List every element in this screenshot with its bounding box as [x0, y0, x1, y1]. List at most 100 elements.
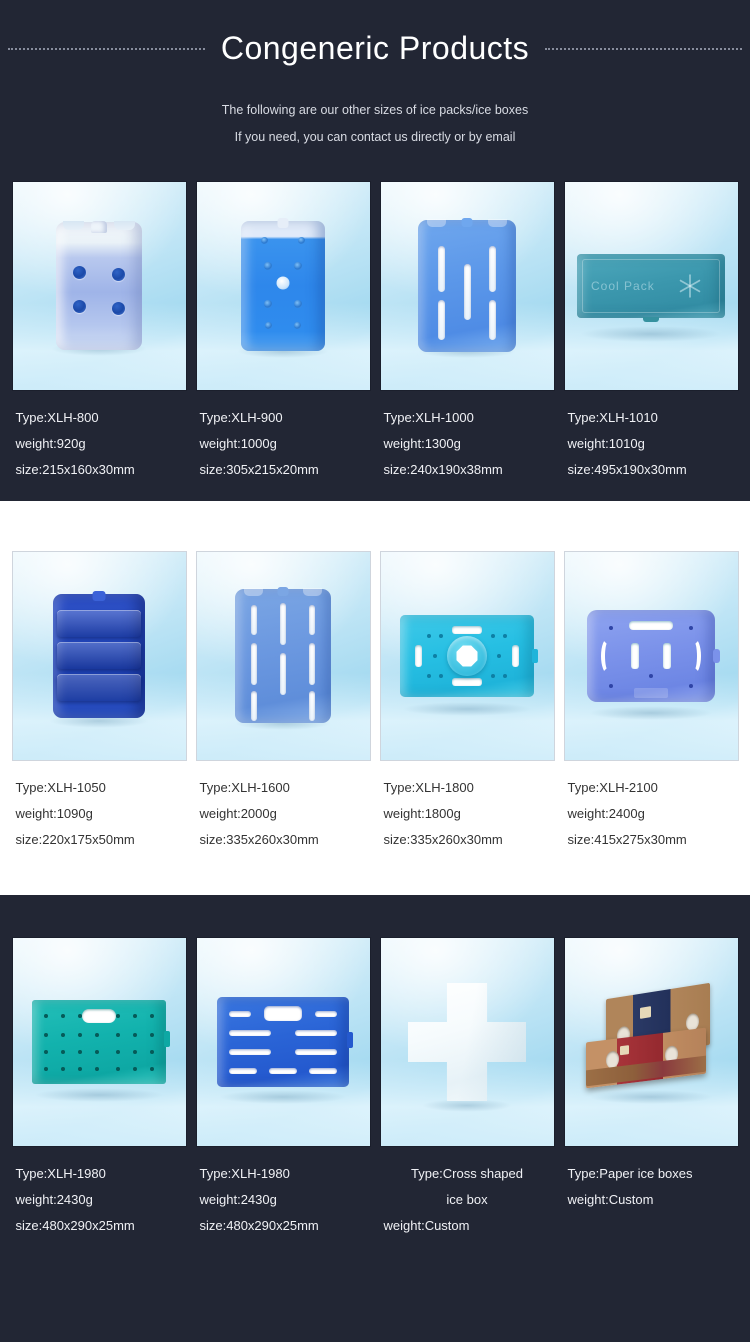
product-size: size:240x190x38mm — [383, 462, 503, 477]
product-size: size:480x290x25mm — [15, 1218, 135, 1233]
product-caption: Type:XLH-2100 weight:2400g size:415x275x… — [564, 761, 739, 853]
product-shadow — [219, 1090, 347, 1104]
product-shadow — [402, 702, 532, 716]
product-shadow — [580, 326, 722, 342]
snowflake-icon — [677, 273, 703, 299]
product-caption: Type:XLH-1980 weight:2430g size:480x290x… — [196, 1147, 371, 1239]
product-type-line2: ice box — [446, 1192, 488, 1207]
product-type: Type:XLH-1980 — [15, 1166, 106, 1181]
product-card[interactable]: Type:XLH-800 weight:920g size:215x160x30… — [11, 181, 187, 483]
subtitle-line-2: If you need, you can contact us directly… — [234, 130, 516, 144]
ice-pack-icon — [241, 218, 325, 351]
dotted-rule-left — [8, 47, 205, 50]
product-type: Type:XLH-1800 — [383, 780, 474, 795]
product-image[interactable] — [195, 181, 371, 391]
product-caption: Type:XLH-1000 weight:1300g size:240x190x… — [380, 391, 555, 483]
paper-ice-box-icon — [582, 982, 720, 1097]
product-image[interactable] — [11, 551, 187, 761]
product-card[interactable]: Type:XLH-1980 weight:2430g size:480x290x… — [11, 937, 187, 1239]
product-type: Type:Paper ice boxes — [567, 1166, 693, 1181]
product-card[interactable]: Type:XLH-1600 weight:2000g size:335x260x… — [195, 551, 371, 853]
product-caption: Type:XLH-1980 weight:2430g size:480x290x… — [12, 1147, 187, 1239]
section-row-1: Congeneric Products The following are ou… — [0, 0, 750, 501]
ice-plate-icon — [217, 997, 353, 1087]
product-caption: Type:XLH-1010 weight:1010g size:495x190x… — [564, 391, 739, 483]
product-image[interactable]: Cool Pack — [563, 181, 739, 391]
ice-pack-icon — [418, 218, 516, 352]
product-card[interactable]: Type:XLH-1800 weight:1800g size:335x260x… — [379, 551, 555, 853]
ice-plate-icon — [400, 615, 538, 697]
product-size: size:305x215x20mm — [199, 462, 319, 477]
page-header: Congeneric Products The following are ou… — [0, 0, 750, 159]
dotted-rule-right — [545, 47, 743, 50]
congeneric-products-page: Congeneric Products The following are ou… — [0, 0, 750, 1269]
product-grid-row-2: Type:XLH-1050 weight:1090g size:220x175x… — [0, 501, 750, 895]
product-size: size:335x260x30mm — [199, 832, 319, 847]
product-size: size:220x175x50mm — [15, 832, 135, 847]
product-image[interactable] — [195, 937, 371, 1147]
product-caption: Type:Paper ice boxes weight:Custom — [564, 1147, 739, 1213]
product-caption: Type:XLH-800 weight:920g size:215x160x30… — [12, 391, 187, 483]
cool-pack-box-icon: Cool Pack — [577, 254, 725, 322]
product-weight: weight:1000g — [199, 436, 277, 451]
subtitle-line-1: The following are our other sizes of ice… — [221, 103, 529, 117]
product-caption: Type:XLH-1050 weight:1090g size:220x175x… — [12, 761, 187, 853]
ice-plate-icon — [587, 610, 720, 702]
product-caption: Type:XLH-900 weight:1000g size:305x215x2… — [196, 391, 371, 483]
product-card[interactable]: Type:Cross shaped ice box weight:Custom — [379, 937, 555, 1239]
product-type: Type:XLH-2100 — [567, 780, 658, 795]
ice-pack-icon — [235, 587, 331, 723]
product-image[interactable] — [379, 551, 555, 761]
product-card[interactable]: Type:XLH-1980 weight:2430g size:480x290x… — [195, 937, 371, 1239]
product-caption: Type:Cross shaped ice box weight:Custom — [380, 1147, 555, 1239]
product-size: size:215x160x30mm — [15, 462, 135, 477]
title-row: Congeneric Products — [0, 30, 750, 67]
product-card[interactable]: Type:XLH-900 weight:1000g size:305x215x2… — [195, 181, 371, 483]
product-image[interactable] — [11, 937, 187, 1147]
product-type: Type:XLH-1980 — [199, 1166, 290, 1181]
page-title: Congeneric Products — [220, 30, 530, 66]
cross-ice-box-icon — [408, 983, 526, 1101]
product-shadow — [34, 1088, 164, 1102]
product-weight: weight:1800g — [383, 806, 461, 821]
product-card[interactable]: Cool Pack Type:XLH-1010 weight:1010g siz… — [563, 181, 739, 483]
product-weight: weight:2430g — [199, 1192, 277, 1207]
product-weight: weight:Custom — [567, 1192, 654, 1207]
product-image[interactable] — [379, 937, 555, 1147]
product-type: Type:Cross shaped — [410, 1166, 523, 1181]
product-card[interactable]: Type:XLH-1050 weight:1090g size:220x175x… — [11, 551, 187, 853]
product-image[interactable] — [563, 551, 739, 761]
product-grid-row-3: Type:XLH-1980 weight:2430g size:480x290x… — [0, 895, 750, 1269]
cool-pack-brand-text: Cool Pack — [591, 279, 655, 293]
product-size: size:495x190x30mm — [567, 462, 687, 477]
product-weight: weight:1300g — [383, 436, 461, 451]
product-size: size:480x290x25mm — [199, 1218, 319, 1233]
product-weight: weight:2400g — [567, 806, 645, 821]
product-card[interactable]: Type:XLH-1000 weight:1300g size:240x190x… — [379, 181, 555, 483]
product-card[interactable]: Type:Paper ice boxes weight:Custom — [563, 937, 739, 1239]
product-type: Type:XLH-1010 — [567, 410, 658, 425]
product-size: size:415x275x30mm — [567, 832, 687, 847]
product-weight: weight:Custom — [383, 1218, 470, 1233]
section-row-3: Type:XLH-1980 weight:2430g size:480x290x… — [0, 895, 750, 1269]
ice-pack-icon — [53, 591, 145, 718]
ice-pack-icon — [56, 221, 142, 350]
product-type: Type:XLH-1000 — [383, 410, 474, 425]
product-shadow — [589, 706, 713, 720]
product-image[interactable] — [563, 937, 739, 1147]
ice-plate-icon — [32, 1000, 170, 1084]
product-image[interactable] — [195, 551, 371, 761]
product-weight: weight:2430g — [15, 1192, 93, 1207]
product-weight: weight:1090g — [15, 806, 93, 821]
product-card[interactable]: Type:XLH-2100 weight:2400g size:415x275x… — [563, 551, 739, 853]
product-type: Type:XLH-800 — [15, 410, 99, 425]
product-weight: weight:2000g — [199, 806, 277, 821]
product-image[interactable] — [11, 181, 187, 391]
product-grid-row-1: Type:XLH-800 weight:920g size:215x160x30… — [0, 159, 750, 501]
subtitle-block: The following are our other sizes of ice… — [0, 97, 750, 151]
product-caption: Type:XLH-1600 weight:2000g size:335x260x… — [196, 761, 371, 853]
product-image[interactable] — [379, 181, 555, 391]
section-row-2: Type:XLH-1050 weight:1090g size:220x175x… — [0, 501, 750, 895]
product-weight: weight:1010g — [567, 436, 645, 451]
product-weight: weight:920g — [15, 436, 86, 451]
